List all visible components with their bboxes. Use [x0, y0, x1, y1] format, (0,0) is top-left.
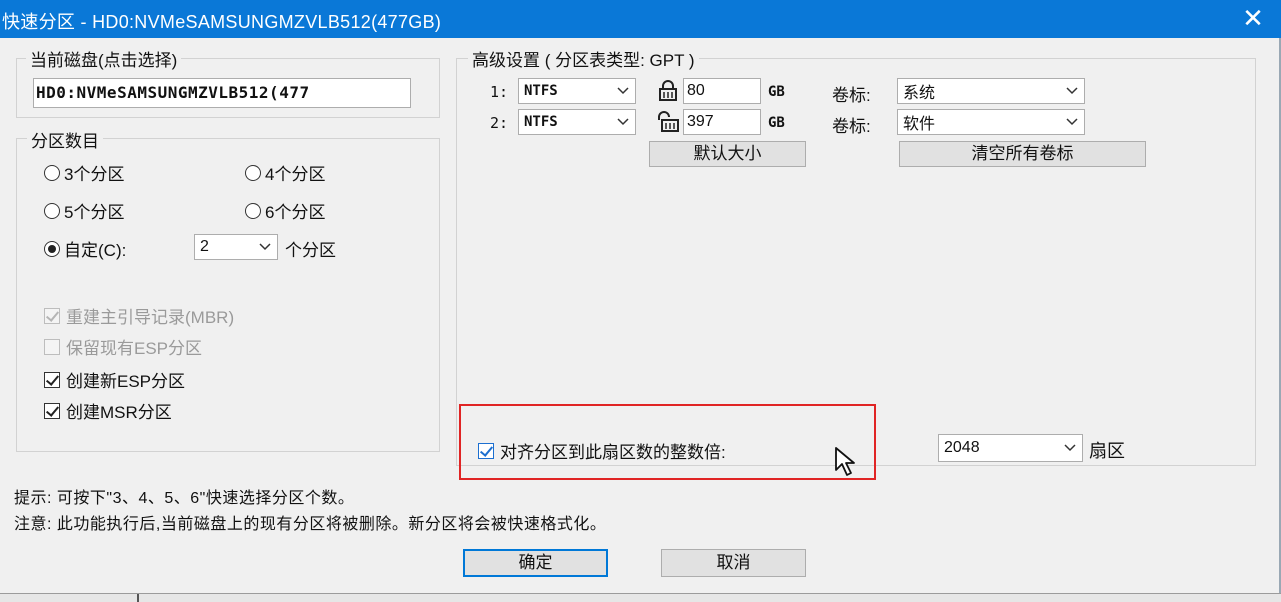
partition-2-unit: GB [768, 115, 785, 131]
keep-esp-checkbox: 保留现有ESP分区 [44, 334, 202, 359]
title-bar: 快速分区 - HD0:NVMeSAMSUNGMZVLB512(477GB) ✕ [0, 0, 1281, 38]
advanced-settings-legend: 高级设置 ( 分区表类型: GPT ) [468, 46, 699, 71]
align-partitions-checkbox[interactable]: 对齐分区到此扇区数的整数倍: [478, 438, 726, 463]
radio-4-label: 4个分区 [265, 165, 326, 184]
partition-1-index: 1: [490, 83, 509, 101]
partition-1-size-input[interactable]: 80 [683, 78, 761, 104]
create-esp-label: 创建新ESP分区 [66, 372, 186, 391]
partition-1-fs-value: NTFS [524, 83, 558, 99]
keep-esp-label: 保留现有ESP分区 [66, 339, 203, 358]
current-disk-selector[interactable]: HD0:NVMeSAMSUNGMZVLB512(477 [33, 78, 411, 108]
radio-custom-label: 自定(C): [64, 241, 127, 260]
partition-2-label-value: 软件 [903, 116, 936, 133]
window-title: 快速分区 - HD0:NVMeSAMSUNGMZVLB512(477GB) [2, 12, 442, 32]
checkbox-box [478, 442, 494, 459]
partition-1-label-value: 系统 [903, 85, 936, 102]
partition-2-label-caption: 卷标: [832, 117, 871, 136]
radio-5-label: 5个分区 [64, 203, 125, 222]
create-esp-checkbox[interactable]: 创建新ESP分区 [44, 367, 185, 392]
radio-6-label: 6个分区 [265, 203, 326, 222]
lock-icon[interactable] [657, 79, 679, 101]
partition-2-size-input[interactable]: 397 [683, 109, 761, 135]
cancel-button[interactable]: 取消 [661, 549, 806, 577]
sector-alignment-value: 2048 [944, 439, 980, 456]
partition-2-label-select[interactable]: 软件 [897, 109, 1085, 135]
radio-5-partitions[interactable]: 5个分区 [44, 198, 124, 223]
default-size-button[interactable]: 默认大小 [649, 141, 806, 167]
tip-text: 提示: 可按下"3、4、5、6"快速选择分区个数。 [14, 490, 355, 507]
ok-button[interactable]: 确定 [463, 549, 608, 577]
partition-2-fs-select[interactable]: NTFS [518, 109, 636, 135]
radio-circle [245, 202, 261, 219]
radio-4-partitions[interactable]: 4个分区 [245, 160, 325, 185]
partition-1-unit: GB [768, 84, 785, 100]
custom-partition-suffix: 个分区 [285, 241, 336, 260]
align-partitions-label: 对齐分区到此扇区数的整数倍: [500, 443, 726, 462]
rebuild-mbr-checkbox: 重建主引导记录(MBR) [44, 303, 234, 328]
chevron-down-icon [1066, 87, 1078, 95]
unlock-icon[interactable] [655, 110, 681, 132]
create-msr-checkbox[interactable]: 创建MSR分区 [44, 398, 172, 423]
chevron-down-icon [259, 243, 271, 251]
partition-2-fs-value: NTFS [524, 114, 558, 130]
radio-circle [44, 202, 60, 219]
sector-unit-label: 扇区 [1089, 441, 1125, 461]
checkbox-box [44, 371, 60, 388]
close-button[interactable]: ✕ [1236, 3, 1270, 33]
clear-labels-button[interactable]: 清空所有卷标 [899, 141, 1146, 167]
current-disk-legend: 当前磁盘(点击选择) [26, 46, 182, 71]
chevron-down-icon [1066, 118, 1078, 126]
custom-partition-count-value: 2 [200, 238, 209, 255]
checkbox-box [44, 402, 60, 419]
create-msr-label: 创建MSR分区 [66, 403, 172, 422]
partition-1-label-caption: 卷标: [832, 86, 871, 105]
partition-count-legend: 分区数目 [27, 127, 103, 152]
warning-text: 注意: 此功能执行后,当前磁盘上的现有分区将被删除。新分区将会被快速格式化。 [14, 516, 607, 533]
chevron-down-icon [617, 87, 629, 95]
rebuild-mbr-label: 重建主引导记录(MBR) [66, 308, 235, 327]
checkbox-box [44, 338, 60, 355]
chevron-down-icon [1064, 444, 1076, 452]
partition-2-index: 2: [490, 114, 509, 132]
partition-1-fs-select[interactable]: NTFS [518, 78, 636, 104]
sector-alignment-select[interactable]: 2048 [938, 434, 1083, 462]
partition-1-label-select[interactable]: 系统 [897, 78, 1085, 104]
radio-custom[interactable]: 自定(C): [44, 236, 126, 261]
radio-circle [245, 164, 261, 181]
checkbox-box [44, 307, 60, 324]
chevron-down-icon [617, 118, 629, 126]
radio-circle [44, 164, 60, 181]
radio-6-partitions[interactable]: 6个分区 [245, 198, 325, 223]
radio-3-label: 3个分区 [64, 165, 125, 184]
radio-3-partitions[interactable]: 3个分区 [44, 160, 124, 185]
mouse-cursor-icon [835, 447, 855, 476]
custom-partition-count-select[interactable]: 2 [194, 234, 278, 260]
radio-circle-selected [44, 240, 60, 257]
